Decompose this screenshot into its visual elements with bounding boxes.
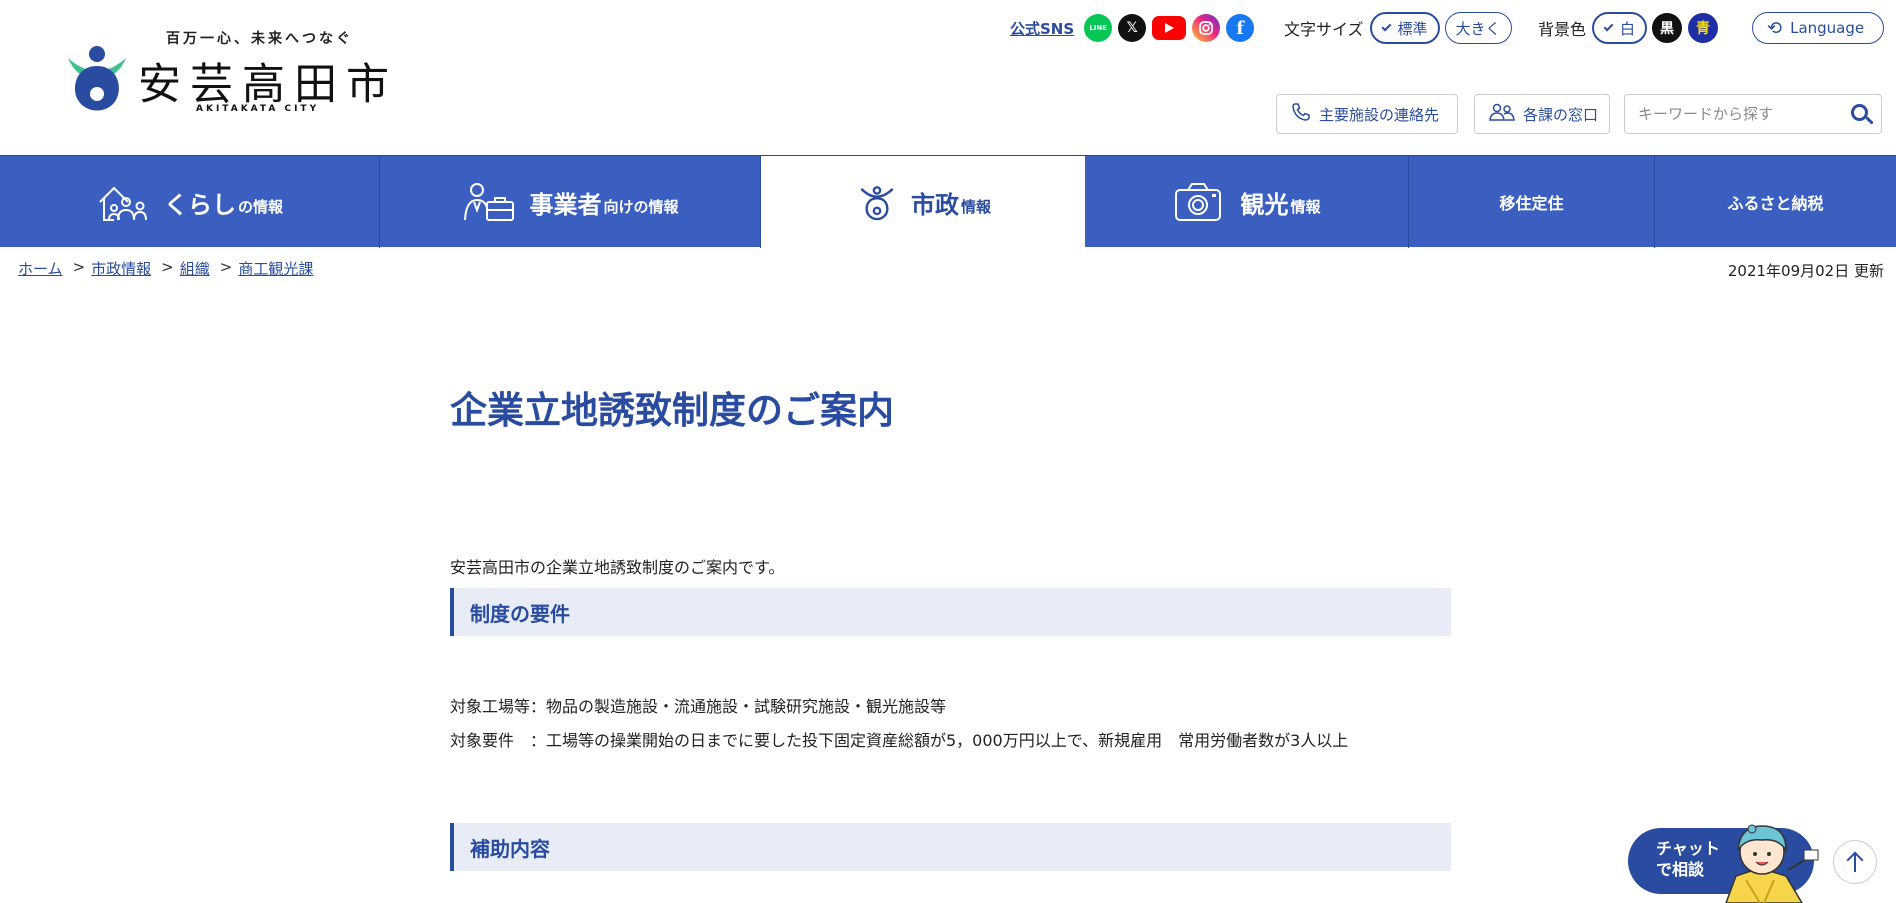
nav-kurashi-sub: の情報 — [237, 197, 283, 216]
requirements-text: 対象工場等：物品の製造施設・流通施設・試験研究施設・観光施設等 対象要件 ：工場… — [450, 690, 1348, 758]
logo-tagline: 百万一心、未来へつなぐ — [166, 31, 353, 47]
bg-white-label: 白 — [1620, 19, 1636, 38]
nav-shisei[interactable]: 市政 情報 — [761, 156, 1085, 249]
last-updated: 2021年09月02日 更新 — [1727, 262, 1884, 280]
search-icon[interactable] — [1847, 101, 1875, 129]
nav-kankou[interactable]: 観光 情報 — [1085, 156, 1409, 248]
nav-kurashi[interactable]: くらし の情報 — [0, 156, 380, 248]
requirement-target-facilities: 対象工場等：物品の製造施設・流通施設・試験研究施設・観光施設等 — [450, 697, 947, 716]
mascot-icon — [1725, 824, 1819, 903]
breadcrumb-shisei[interactable]: 市政情報 — [91, 258, 151, 279]
nav-kankou-label: 観光 — [1240, 190, 1289, 219]
nav-business[interactable]: 事業者 向けの情報 — [380, 156, 761, 248]
people-icon — [1489, 102, 1515, 127]
nav-furusato[interactable]: ふるさと納税 — [1655, 156, 1896, 248]
nav-furusato-label: ふるさと納税 — [1727, 194, 1824, 213]
font-size-standard-button[interactable]: 標準 — [1369, 12, 1440, 44]
font-size-standard-label: 標準 — [1397, 19, 1428, 38]
logo-city-name: 安芸高田市 — [138, 60, 398, 110]
businessperson-briefcase-icon — [464, 183, 515, 221]
breadcrumb: ホーム > 市政情報 > 組織 > 商工観光課 — [18, 258, 313, 279]
page-title: 企業立地誘致制度のご案内 — [450, 389, 894, 432]
camera-icon — [1175, 183, 1222, 221]
breadcrumb-separator: > — [161, 258, 174, 276]
check-icon — [1603, 21, 1614, 31]
lead-text: 安芸高田市の企業立地誘致制度のご案内です。 — [450, 558, 785, 577]
nav-business-label: 事業者 — [529, 190, 602, 219]
instagram-icon[interactable] — [1192, 14, 1221, 42]
site-search — [1624, 94, 1882, 134]
house-family-icon — [99, 186, 147, 221]
bg-blue-button[interactable]: 青 — [1688, 13, 1719, 43]
nav-kurashi-label: くらし — [163, 190, 236, 219]
requirement-conditions: 対象要件 ：工場等の操業開始の日までに要した投下固定資産総額が5，000万円以上… — [450, 731, 1349, 750]
nav-shisei-sub: 情報 — [960, 198, 991, 216]
breadcrumb-soshiki[interactable]: 組織 — [180, 258, 210, 279]
language-label: Language — [1790, 19, 1865, 37]
breadcrumb-home[interactable]: ホーム — [18, 258, 63, 279]
search-input[interactable] — [1625, 95, 1835, 133]
font-size-switcher: 文字サイズ 標準 大きく — [1284, 12, 1517, 44]
youtube-icon[interactable] — [1152, 16, 1187, 40]
phone-icon — [1291, 102, 1311, 127]
main-facilities-contacts-button[interactable]: 主要施設の連絡先 — [1276, 94, 1458, 134]
background-color-switcher: 背景色 白 黒 青 — [1538, 12, 1724, 44]
breadcrumb-separator: > — [219, 258, 233, 276]
breadcrumb-shoukou-kankou[interactable]: 商工観光課 — [238, 258, 313, 279]
facebook-icon[interactable]: f — [1226, 14, 1255, 42]
bg-black-button[interactable]: 黒 — [1652, 13, 1683, 43]
nav-ijuu[interactable]: 移住定住 — [1409, 156, 1655, 248]
nav-shisei-label: 市政 — [910, 191, 959, 219]
city-emblem-icon — [860, 185, 894, 220]
check-icon — [1381, 21, 1391, 31]
back-to-top-button[interactable] — [1833, 840, 1877, 884]
sns-links: 公式SNS LINE 𝕏 f — [1010, 12, 1260, 44]
sns-label-link[interactable]: 公式SNS — [1010, 18, 1074, 39]
city-emblem-icon — [68, 46, 126, 111]
bg-color-label: 背景色 — [1538, 20, 1587, 39]
x-icon[interactable]: 𝕏 — [1118, 14, 1147, 42]
main-content: 企業立地誘致制度のご案内 安芸高田市の企業立地誘致制度のご案内です。 制度の要件… — [450, 380, 1451, 871]
windows-label: 各課の窓口 — [1523, 105, 1599, 124]
nav-ijuu-label: 移住定住 — [1499, 194, 1564, 213]
section-heading-subsidy: 補助内容 — [450, 823, 1451, 871]
nav-kankou-sub: 情報 — [1290, 197, 1321, 216]
refresh-translate-icon: ⟲ — [1767, 17, 1783, 39]
logo-city-name-en: AKITAKATA CITY — [196, 104, 320, 114]
font-size-label: 文字サイズ — [1284, 20, 1364, 39]
global-navigation: くらし の情報 事業者 向けの情報 市政 情報 観光 情報 移住定住 ふるさと納… — [0, 155, 1896, 249]
language-button[interactable]: ⟲ Language — [1752, 12, 1884, 44]
section-heading-requirements: 制度の要件 — [450, 588, 1451, 636]
site-logo[interactable]: 百万一心、未来へつなぐ 安芸高田市 AKITAKATA CITY — [66, 26, 389, 118]
line-icon[interactable]: LINE — [1084, 14, 1113, 42]
department-windows-button[interactable]: 各課の窓口 — [1474, 94, 1610, 134]
bg-white-button[interactable]: 白 — [1592, 12, 1648, 44]
font-size-large-button[interactable]: 大きく — [1444, 12, 1512, 44]
breadcrumb-separator: > — [72, 258, 86, 276]
site-header: 百万一心、未来へつなぐ 安芸高田市 AKITAKATA CITY 公式SNS L… — [0, 0, 1896, 155]
contacts-label: 主要施設の連絡先 — [1319, 105, 1440, 124]
language-selector: ⟲ Language — [1752, 12, 1889, 44]
nav-business-sub: 向けの情報 — [603, 197, 679, 216]
